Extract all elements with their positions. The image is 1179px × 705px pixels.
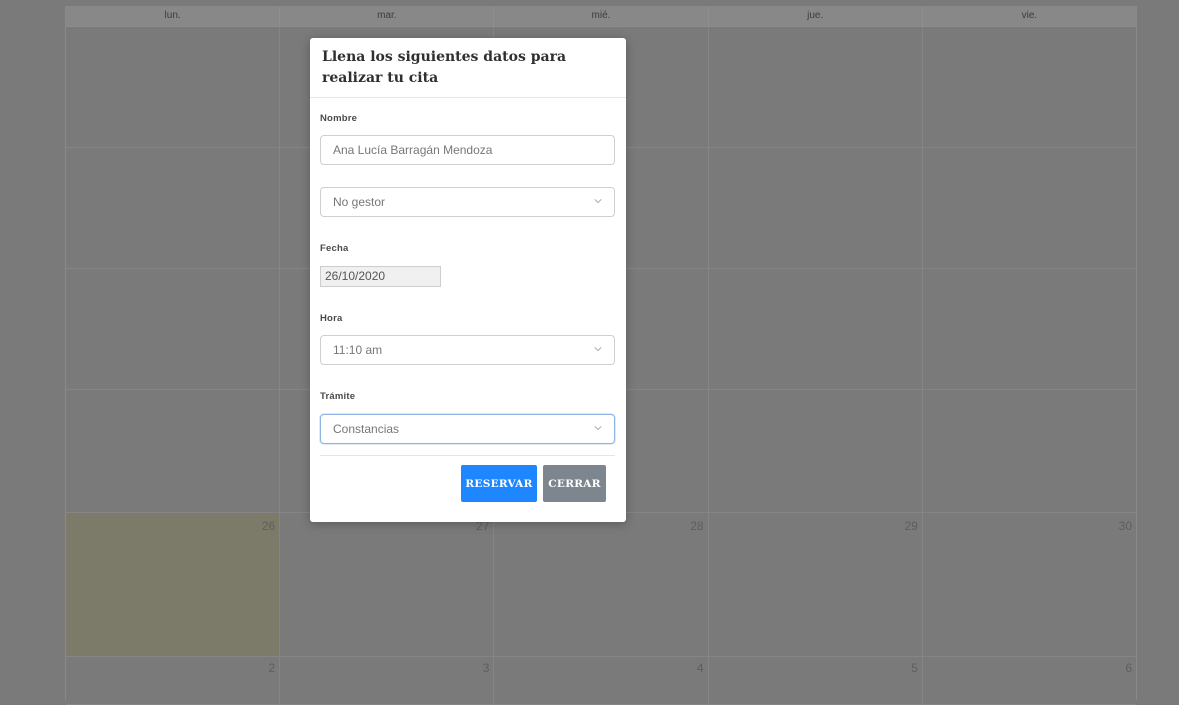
day-number: 6 — [1125, 661, 1133, 675]
nombre-label: Nombre — [320, 113, 358, 124]
appointment-modal: Llena los siguientes datos para realizar… — [310, 38, 626, 522]
fecha-value: 26/10/2020 — [325, 269, 386, 283]
calendar-day-cell[interactable]: 3 — [280, 657, 495, 704]
hora-select[interactable]: 11:10 am — [320, 335, 615, 365]
calendar-day-cell[interactable] — [923, 27, 1136, 147]
modal-title: Llena los siguientes datos para realizar… — [322, 49, 567, 86]
calendar-day-cell[interactable] — [66, 27, 281, 147]
gestor-select[interactable]: No gestor — [320, 187, 615, 217]
tramite-select[interactable]: Constancias — [320, 414, 615, 444]
tramite-label: Trámite — [320, 391, 356, 402]
hora-value: 11:10 am — [333, 343, 383, 357]
day-number: 29 — [904, 519, 918, 533]
modal-header: Llena los siguientes datos para realizar… — [310, 38, 626, 98]
calendar-day-cell[interactable] — [709, 390, 923, 512]
day-number: 5 — [911, 661, 918, 675]
hora-label: Hora — [320, 313, 343, 324]
calendar-day-cell[interactable]: 28 — [494, 513, 709, 656]
calendar-day-cell[interactable] — [66, 269, 281, 389]
calendar-week-row: 26 27 28 29 30 — [66, 513, 1136, 657]
day-number: 3 — [482, 661, 490, 675]
day-number: 30 — [1118, 519, 1133, 533]
calendar-day-cell[interactable]: 5 — [709, 657, 923, 704]
tramite-value: Constancias — [333, 422, 400, 436]
nombre-input[interactable]: Ana Lucía Barragán Mendoza — [320, 135, 615, 165]
weekday-thu: jue. — [709, 6, 923, 26]
day-number: 4 — [696, 661, 704, 675]
calendar-day-cell[interactable]: 4 — [494, 657, 709, 704]
fecha-label: Fecha — [320, 243, 349, 254]
calendar-week-row: 2 3 4 5 6 — [66, 657, 1136, 705]
nombre-value: Ana Lucía Barragán Mendoza — [333, 143, 493, 157]
day-number: 2 — [268, 661, 276, 675]
weekday-wed: mié. — [494, 6, 709, 26]
chevron-down-icon — [594, 347, 602, 352]
calendar-day-cell[interactable] — [923, 390, 1136, 512]
gestor-value: No gestor — [333, 195, 386, 209]
calendar-day-cell[interactable] — [709, 148, 923, 268]
weekday-mon: lun. — [66, 6, 281, 26]
calendar-day-cell[interactable] — [709, 269, 923, 389]
modal-footer-divider — [320, 455, 615, 456]
calendar-weekday-header: lun. mar. mié. jue. vie. — [66, 6, 1136, 27]
calendar-day-cell[interactable]: 30 — [923, 513, 1136, 656]
fecha-input[interactable]: 26/10/2020 — [320, 266, 441, 287]
calendar-day-cell[interactable]: 2 — [66, 657, 281, 704]
calendar-day-cell[interactable]: 27 — [280, 513, 495, 656]
day-number: 26 — [261, 519, 276, 533]
calendar-day-cell[interactable] — [709, 27, 923, 147]
weekday-fri: vie. — [1021, 10, 1038, 21]
chevron-down-icon — [594, 199, 602, 204]
calendar-day-cell[interactable] — [66, 390, 281, 512]
weekday-tue: mar. — [280, 6, 495, 26]
calendar-day-cell[interactable] — [923, 269, 1136, 389]
calendar-day-cell[interactable] — [66, 148, 281, 268]
close-button[interactable]: CERRAR — [543, 465, 606, 502]
calendar-day-cell[interactable] — [923, 148, 1136, 268]
calendar-day-cell-today[interactable]: 26 — [66, 513, 281, 656]
chevron-down-icon — [594, 426, 602, 431]
calendar-day-cell[interactable]: 6 — [923, 657, 1136, 704]
calendar-day-cell[interactable]: 29 — [709, 513, 923, 656]
day-number: 28 — [690, 519, 704, 533]
reserve-button[interactable]: RESERVAR — [461, 465, 537, 502]
